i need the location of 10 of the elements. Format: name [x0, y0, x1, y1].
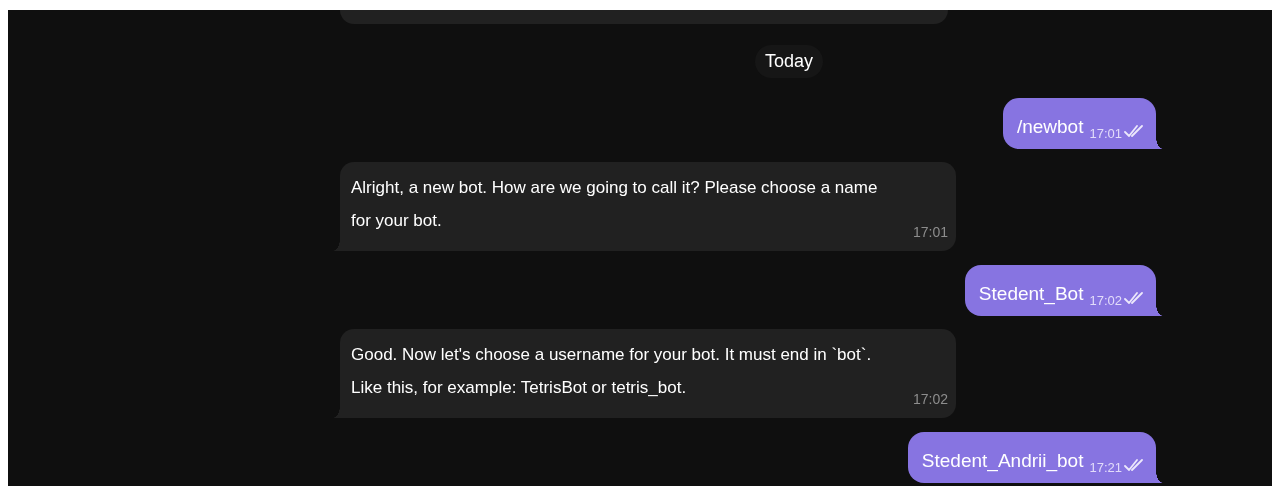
message-text: /newbot — [1016, 115, 1084, 139]
message-text: Stedent_Andrii_bot — [921, 449, 1084, 474]
message-time: 17:01 — [1089, 124, 1122, 143]
message-time: 17:01 — [912, 223, 948, 242]
message-time: 17:02 — [912, 390, 948, 409]
message-text: Stedent_Bot — [978, 282, 1084, 307]
message-text: Good. Now let's choose a username for your bot. It must end in `bot`. Like this, for example: TetrisBot or tetris_bot. — [351, 344, 873, 399]
message-time: 17:02 — [1089, 291, 1122, 310]
message-time: 17:21 — [1089, 458, 1122, 477]
message-text: Alright, a new bot. How are we going to call it? Please choose a name for your bot. — [351, 177, 879, 232]
